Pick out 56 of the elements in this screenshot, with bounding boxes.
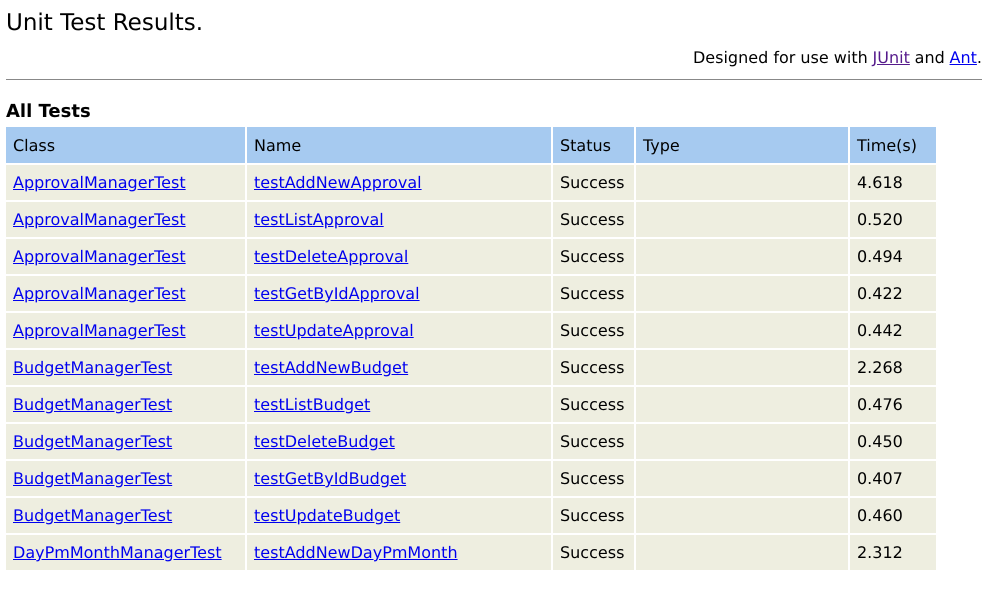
- column-header: Time(s): [850, 127, 936, 163]
- column-header: Class: [6, 127, 245, 163]
- test-link[interactable]: testAddNewBudget: [254, 358, 408, 377]
- class-link[interactable]: BudgetManagerTest: [13, 506, 172, 525]
- junit-link[interactable]: JUnit: [872, 48, 910, 67]
- class-link[interactable]: ApprovalManagerTest: [13, 210, 186, 229]
- column-header: Status: [553, 127, 634, 163]
- class-link[interactable]: BudgetManagerTest: [13, 358, 172, 377]
- test-link[interactable]: testUpdateBudget: [254, 506, 400, 525]
- table-cell: 0.520: [850, 202, 936, 237]
- section-title: All Tests: [6, 100, 92, 123]
- table-cell: 2.268: [850, 350, 936, 385]
- class-link[interactable]: ApprovalManagerTest: [13, 284, 186, 303]
- table-cell: Success: [553, 498, 634, 533]
- class-link[interactable]: ApprovalManagerTest: [13, 247, 186, 266]
- credit-text: and: [914, 48, 945, 67]
- table-cell: Success: [553, 202, 634, 237]
- table-cell: 0.407: [850, 461, 936, 496]
- class-link[interactable]: BudgetManagerTest: [13, 469, 172, 488]
- table-cell: Success: [553, 387, 634, 422]
- test-link[interactable]: testDeleteApproval: [254, 247, 408, 266]
- test-link[interactable]: testGetByIdBudget: [254, 469, 406, 488]
- column-header: Name: [247, 127, 551, 163]
- table-cell: Success: [553, 165, 634, 200]
- table-cell: Success: [553, 461, 634, 496]
- class-link[interactable]: BudgetManagerTest: [13, 395, 172, 414]
- test-link[interactable]: testAddNewDayPmMonth: [254, 543, 458, 562]
- test-link[interactable]: testListApproval: [254, 210, 384, 229]
- credit-text: Designed for use with: [692, 48, 868, 67]
- credit-text: .: [976, 48, 982, 67]
- table-cell: Success: [553, 535, 634, 570]
- table-cell: 0.460: [850, 498, 936, 533]
- table-cell: 0.422: [850, 276, 936, 311]
- table-cell: Success: [553, 424, 634, 459]
- test-link[interactable]: testDeleteBudget: [254, 432, 395, 451]
- class-link[interactable]: ApprovalManagerTest: [13, 321, 186, 340]
- table-cell: 0.494: [850, 239, 936, 274]
- page-title: Unit Test Results.: [6, 9, 204, 37]
- class-link[interactable]: BudgetManagerTest: [13, 432, 172, 451]
- table-cell: 0.442: [850, 313, 936, 348]
- table-cell: Success: [553, 276, 634, 311]
- test-link[interactable]: testListBudget: [254, 395, 370, 414]
- test-link[interactable]: testGetByIdApproval: [254, 284, 420, 303]
- class-link[interactable]: DayPmMonthManagerTest: [13, 543, 222, 562]
- table-cell: Success: [553, 350, 634, 385]
- class-link[interactable]: ApprovalManagerTest: [13, 173, 186, 192]
- ant-link[interactable]: Ant: [950, 48, 977, 67]
- table-cell: 0.450: [850, 424, 936, 459]
- table-cell: 0.476: [850, 387, 936, 422]
- table-cell: Success: [553, 313, 634, 348]
- table-cell: Success: [553, 239, 634, 274]
- table-cell: 4.618: [850, 165, 936, 200]
- test-link[interactable]: testAddNewApproval: [254, 173, 422, 192]
- column-header: Type: [636, 127, 848, 163]
- test-link[interactable]: testUpdateApproval: [254, 321, 414, 340]
- table-cell: 2.312: [850, 535, 936, 570]
